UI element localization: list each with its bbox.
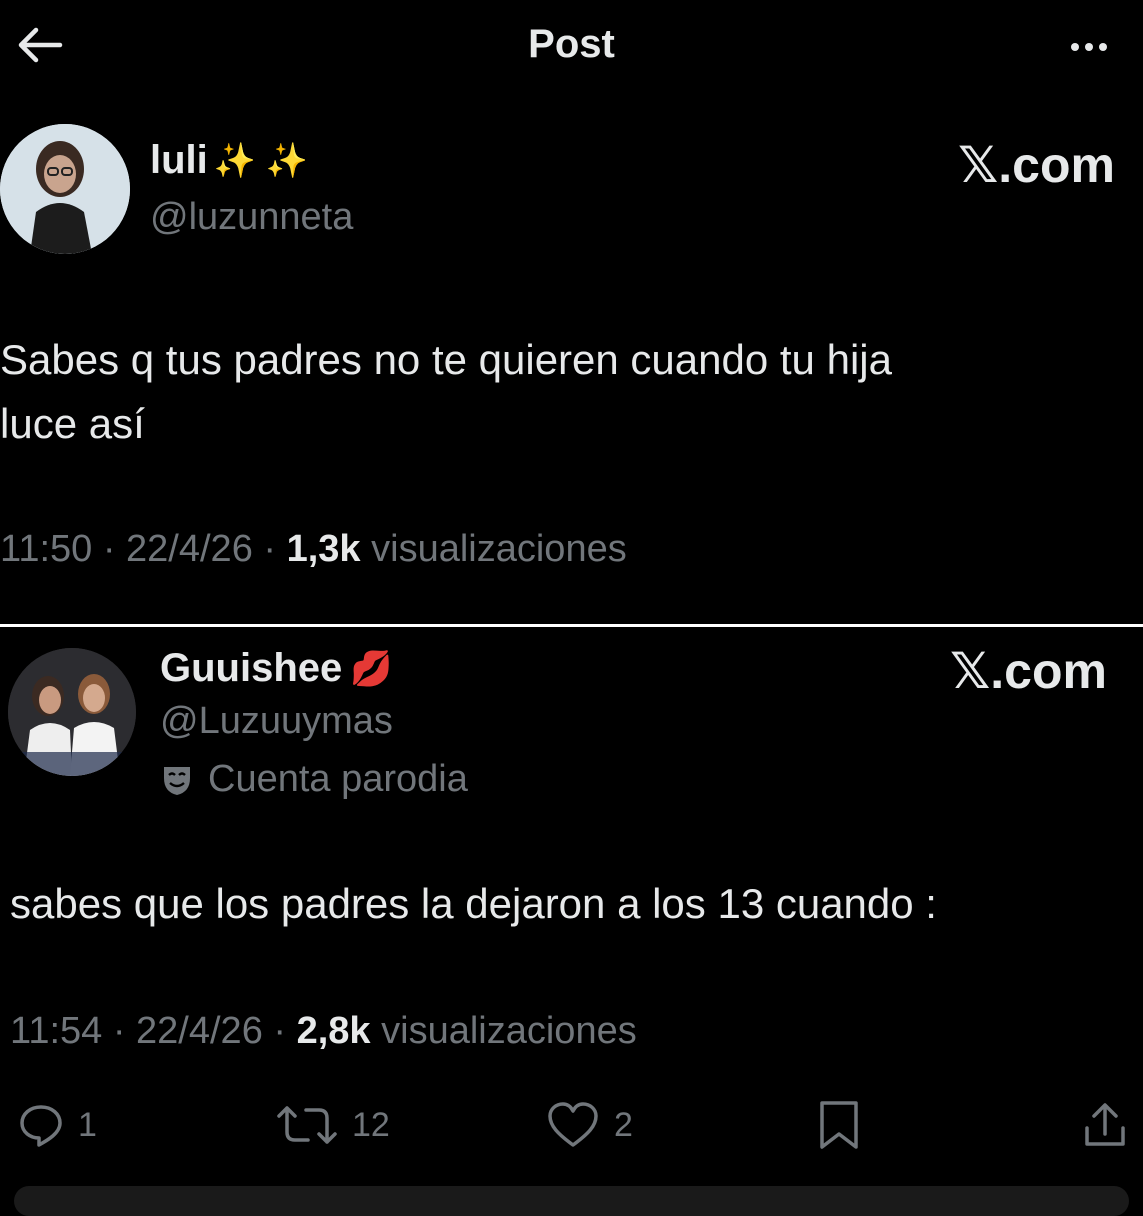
sparkles-emoji: ✨ ✨ (213, 141, 308, 180)
post-meta: 11:54 · 22/4/26 · 2,8k visualizaciones (10, 1010, 637, 1053)
like-button[interactable]: 2 (546, 1096, 633, 1154)
avatar[interactable] (0, 124, 130, 254)
parody-label-text: Cuenta parodia (208, 758, 468, 800)
post-text-line: luce así (0, 400, 145, 447)
x-brand-watermark: 𝕏.com (950, 643, 1107, 699)
parody-account-label: Cuenta parodia (162, 758, 468, 801)
bookmark-icon (820, 1101, 858, 1149)
user-handle[interactable]: @luzunneta (150, 196, 353, 239)
reply-icon (20, 1105, 62, 1147)
bottom-reply-bar[interactable] (14, 1186, 1129, 1216)
view-count: 1,3k (286, 528, 361, 570)
post-text: Sabes q tus padres no te quieren cuando … (0, 328, 1100, 456)
bookmark-button[interactable] (816, 1096, 862, 1154)
reply-count: 1 (78, 1105, 97, 1144)
divider (0, 624, 1143, 627)
post-meta: 11:50 · 22/4/26 · 1,3k visualizaciones (0, 528, 627, 571)
display-name[interactable]: luli ✨ ✨ (150, 138, 308, 183)
view-label: visualizaciones (381, 1010, 637, 1052)
display-name-text: Guuishee (160, 646, 343, 690)
like-count: 2 (614, 1105, 633, 1144)
avatar[interactable] (8, 648, 136, 776)
post-timestamp[interactable]: 11:50 · 22/4/26 · (0, 528, 276, 570)
heart-icon (548, 1102, 598, 1147)
page-title: Post (528, 22, 615, 66)
display-name[interactable]: Guuishee 💋 (160, 646, 393, 691)
more-horizontal-icon (1071, 43, 1079, 51)
theater-mask-icon (164, 766, 190, 795)
display-name-text: luli (150, 138, 208, 182)
view-count: 2,8k (296, 1010, 371, 1052)
more-options-button[interactable] (1056, 30, 1122, 64)
reply-button[interactable]: 1 (18, 1096, 97, 1154)
post-text-line: Sabes q tus padres no te quieren cuando … (0, 336, 892, 383)
post-timestamp[interactable]: 11:54 · 22/4/26 · (10, 1010, 286, 1052)
share-button[interactable] (1082, 1096, 1128, 1154)
kiss-mark-emoji: 💋 (350, 649, 393, 688)
x-brand-watermark: 𝕏.com (958, 137, 1115, 193)
view-label: visualizaciones (371, 528, 627, 570)
share-icon (1085, 1103, 1125, 1146)
user-handle[interactable]: @Luzuuymas (160, 700, 393, 743)
repost-count: 12 (352, 1105, 390, 1144)
post-text: sabes que los padres la dejaron a los 13… (10, 880, 937, 927)
repost-button[interactable]: 12 (276, 1096, 390, 1154)
repost-icon (277, 1106, 337, 1144)
